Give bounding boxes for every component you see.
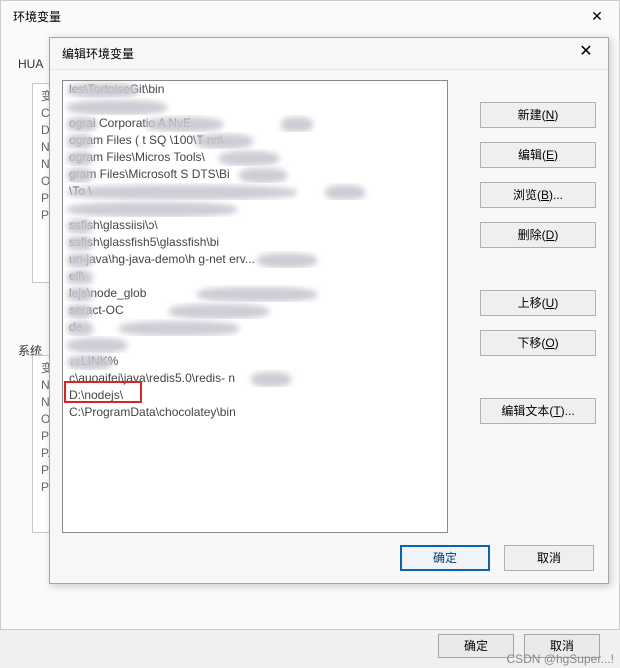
- inner-footer: 确定 取消: [400, 545, 594, 571]
- delete-button[interactable]: 删除(D): [480, 222, 596, 248]
- outer-close-icon[interactable]: ✕: [575, 1, 619, 33]
- list-item[interactable]: ograi Corporatio A NvE: [63, 115, 447, 132]
- list-item[interactable]: ogram Files ( t SQ \100\T nn\: [63, 132, 447, 149]
- side-button-column: 新建(N) 编辑(E) 浏览(B)... 删除(D) 上移(U) 下移(O) 编…: [480, 102, 596, 424]
- inner-ok-button[interactable]: 确定: [400, 545, 490, 571]
- list-item[interactable]: les\TortoiseGit\bin: [63, 81, 447, 98]
- list-item[interactable]: de: [63, 319, 447, 336]
- move-up-button[interactable]: 上移(U): [480, 290, 596, 316]
- path-entries-list[interactable]: les\TortoiseGit\bin ograi Corporatio A N…: [62, 80, 448, 533]
- inner-cancel-button[interactable]: 取消: [504, 545, 594, 571]
- outermost-ok-button[interactable]: 确定: [438, 634, 514, 658]
- move-down-button[interactable]: 下移(O): [480, 330, 596, 356]
- outer-titlebar: 环境变量 ✕: [1, 1, 619, 33]
- outer-window-title: 环境变量: [13, 10, 61, 24]
- browse-button[interactable]: 浏览(B)...: [480, 182, 596, 208]
- edit-text-button[interactable]: 编辑文本(T)...: [480, 398, 596, 424]
- list-item[interactable]: [63, 98, 447, 115]
- list-item[interactable]: ell\: [63, 268, 447, 285]
- list-item[interactable]: ogram Files\Micros Tools\: [63, 149, 447, 166]
- edit-env-var-dialog: 编辑环境变量 ✕ les\TortoiseGit\bin ograi Corpo…: [49, 37, 609, 584]
- edit-button[interactable]: 编辑(E): [480, 142, 596, 168]
- list-item[interactable]: un-java\hg-java-demo\h g-net erv...: [63, 251, 447, 268]
- list-item[interactable]: seract-OC: [63, 302, 447, 319]
- inner-titlebar: 编辑环境变量 ✕: [50, 38, 608, 70]
- inner-body: les\TortoiseGit\bin ograi Corporatio A N…: [62, 80, 596, 533]
- new-button[interactable]: 新建(N): [480, 102, 596, 128]
- user-vars-label: HUA: [18, 57, 43, 71]
- list-item[interactable]: gram Files\Microsoft S DTS\Bi: [63, 166, 447, 183]
- list-item[interactable]: ↓↓LINK%: [63, 353, 447, 370]
- list-item[interactable]: ssfish\glassfish5\glassfish\bi: [63, 234, 447, 251]
- list-item[interactable]: \To \: [63, 183, 447, 200]
- list-item[interactable]: C:\ProgramData\chocolatey\bin: [63, 404, 447, 421]
- list-item[interactable]: [63, 200, 447, 217]
- list-item[interactable]: [63, 336, 447, 353]
- list-item[interactable]: ssfish\glassiisi\ɔ\: [63, 217, 447, 234]
- inner-close-icon[interactable]: ✕: [564, 38, 608, 70]
- highlight-nodejs-entry: [64, 381, 142, 403]
- inner-window-title: 编辑环境变量: [62, 47, 134, 61]
- watermark: CSDN @hgSuper...!: [506, 652, 614, 666]
- list-item[interactable]: lejs\node_glob: [63, 285, 447, 302]
